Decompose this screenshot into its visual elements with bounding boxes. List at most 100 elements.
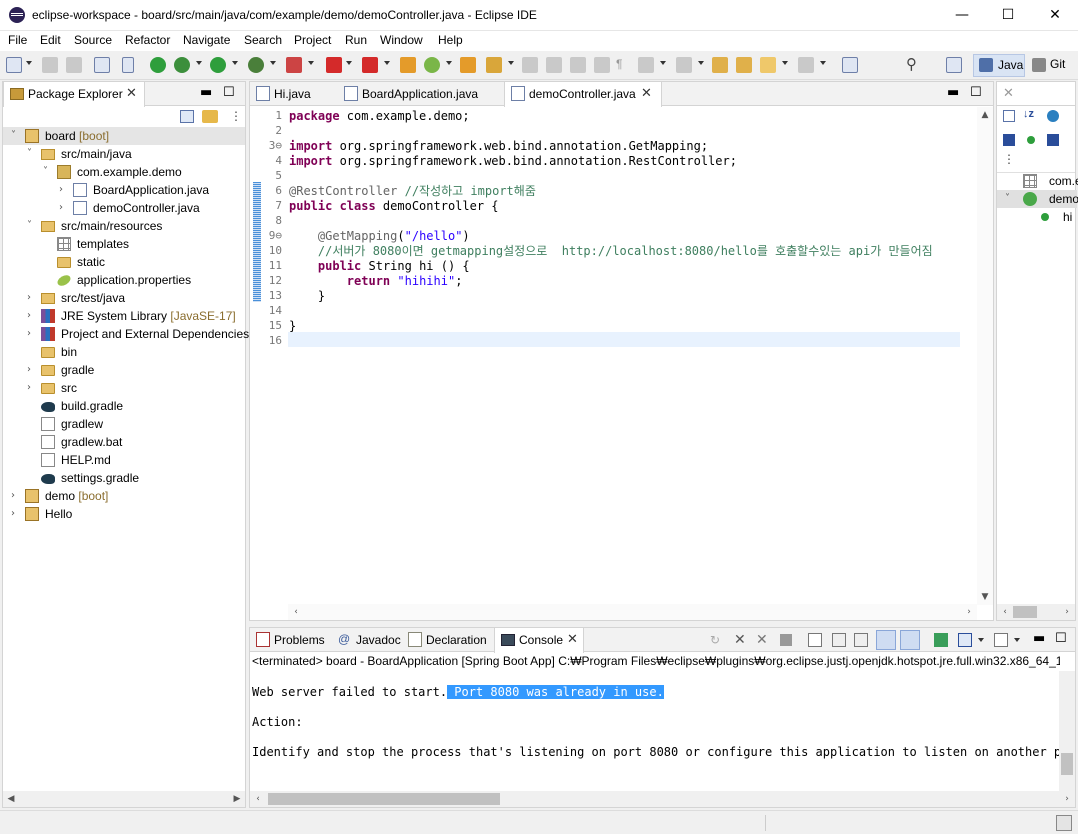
code-line[interactable]: @GetMapping("/hello") (289, 229, 470, 244)
word-wrap-icon[interactable] (546, 57, 562, 73)
tab-democontroller-java[interactable]: demoController.java ✕ (504, 82, 662, 107)
expanded-arrow-icon[interactable]: ˅ (27, 217, 37, 235)
tree-item[interactable]: › src (3, 379, 245, 397)
view-menu-icon[interactable]: ⋮ (1003, 152, 1015, 166)
scroll-left-icon[interactable]: ◀ (3, 791, 19, 807)
external-tools-dropdown-icon[interactable] (308, 61, 314, 65)
open-console-dropdown-icon[interactable] (1014, 638, 1020, 642)
console-output[interactable]: Web server failed to start. Port 8080 wa… (250, 671, 1060, 791)
code-line[interactable]: } (289, 289, 325, 304)
code-line[interactable]: public String hi () { (289, 259, 470, 274)
new-icon[interactable] (6, 57, 22, 73)
scroll-left-icon[interactable]: ‹ (288, 604, 304, 620)
debug-icon[interactable] (174, 57, 190, 73)
terminal-icon[interactable] (94, 57, 110, 73)
editor-vscrollbar[interactable]: ▲ ▼ (977, 107, 993, 605)
clear-console-icon[interactable] (808, 633, 822, 647)
tree-item[interactable]: HELP.md (3, 451, 245, 469)
maximize-view-icon[interactable]: ☐ (970, 85, 982, 100)
new-class-dropdown-icon[interactable] (446, 61, 452, 65)
tree-item[interactable]: ˅ board [boot] (3, 127, 245, 145)
back-dropdown-icon[interactable] (782, 61, 788, 65)
debug-dropdown-icon[interactable] (196, 61, 202, 65)
search-tool-dropdown-icon[interactable] (508, 61, 514, 65)
open-perspective-icon[interactable] (946, 57, 962, 73)
new-java-project-icon[interactable] (400, 57, 416, 73)
tab-hi-java[interactable]: Hi.java (250, 82, 338, 106)
tree-item[interactable]: ˅ src/main/java (3, 145, 245, 163)
stop-icon[interactable] (326, 57, 342, 73)
forward-dropdown-icon[interactable] (820, 61, 826, 65)
hide-static-icon[interactable] (1003, 134, 1015, 146)
new-dropdown-icon[interactable] (26, 61, 32, 65)
show-whitespace-icon[interactable] (594, 57, 610, 73)
save-icon[interactable] (42, 57, 58, 73)
hide-fields-icon[interactable] (1047, 110, 1059, 122)
relaunch-icon[interactable] (362, 57, 378, 73)
stop-dropdown-icon[interactable] (346, 61, 352, 65)
scroll-right-icon[interactable]: ▶ (229, 791, 245, 807)
scroll-right-icon[interactable]: › (1059, 791, 1075, 807)
hide-nonpublic-icon[interactable] (1027, 136, 1035, 144)
maximize-view-icon[interactable]: ☐ (223, 85, 235, 100)
scroll-thumb[interactable] (268, 793, 500, 805)
java-perspective-button[interactable]: Java (973, 54, 1025, 77)
scroll-right-icon[interactable]: › (961, 604, 977, 620)
scroll-up-icon[interactable]: ▲ (977, 107, 993, 123)
package-explorer-hscrollbar[interactable]: ◀ ▶ (3, 791, 245, 807)
open-console-icon[interactable] (994, 633, 1008, 647)
outline-item-method[interactable]: hi (997, 208, 1077, 226)
scroll-thumb[interactable] (1013, 606, 1037, 618)
run-dropdown-icon[interactable] (232, 61, 238, 65)
show-on-stdout-icon[interactable] (876, 630, 896, 650)
console-vscrollbar[interactable] (1059, 671, 1075, 791)
close-icon[interactable]: ✕ (641, 86, 652, 101)
coverage-icon[interactable] (248, 57, 264, 73)
next-annotation-dropdown-icon[interactable] (660, 61, 666, 65)
collapsed-arrow-icon[interactable]: › (59, 199, 69, 217)
scroll-left-icon[interactable]: ‹ (250, 791, 266, 807)
tree-item[interactable]: application.properties (3, 271, 245, 289)
collapsed-arrow-icon[interactable]: › (11, 487, 21, 505)
link-with-editor-icon[interactable] (202, 110, 218, 123)
view-menu-icon[interactable]: ⋮ (230, 109, 242, 123)
console-hscrollbar[interactable]: ‹ › (250, 791, 1075, 807)
maximize-button[interactable]: ☐ (985, 0, 1031, 30)
collapsed-arrow-icon[interactable]: › (59, 181, 69, 199)
scroll-right-icon[interactable]: › (1059, 604, 1075, 620)
spring-boot-icon[interactable] (150, 57, 166, 73)
menu-file[interactable]: File (8, 33, 27, 47)
collapsed-arrow-icon[interactable]: › (27, 379, 37, 397)
menu-edit[interactable]: Edit (40, 33, 61, 47)
tab-javadoc[interactable]: @ Javadoc (332, 628, 402, 652)
close-icon[interactable]: ✕ (1003, 86, 1014, 101)
collapsed-arrow-icon[interactable]: › (27, 307, 37, 325)
block-select-icon[interactable] (570, 57, 586, 73)
expanded-arrow-icon[interactable]: ˅ (27, 145, 37, 163)
code-line[interactable]: import org.springframework.web.bind.anno… (289, 154, 737, 169)
tree-item[interactable]: gradlew (3, 415, 245, 433)
save-all-icon[interactable] (66, 57, 82, 73)
menu-search[interactable]: Search (244, 33, 282, 47)
minimize-view-icon[interactable]: ▬ (1033, 631, 1045, 646)
code-line[interactable]: package com.example.demo; (289, 109, 470, 124)
tree-item[interactable]: settings.gradle (3, 469, 245, 487)
tree-item[interactable]: ˅ src/main/resources (3, 217, 245, 235)
outline-hscrollbar[interactable]: ‹ › (997, 604, 1075, 620)
tree-item[interactable]: build.gradle (3, 397, 245, 415)
menu-project[interactable]: Project (294, 33, 331, 47)
sort-icon[interactable]: ↓z (1023, 108, 1034, 120)
expand-arrow-icon[interactable]: ˅ (1005, 190, 1015, 208)
scroll-down-icon[interactable]: ▼ (977, 589, 993, 605)
tab-console[interactable]: Console ✕ (494, 628, 584, 653)
collapsed-arrow-icon[interactable]: › (27, 289, 37, 307)
code-line[interactable]: public class demoController { (289, 199, 499, 214)
hide-local-types-icon[interactable] (1047, 134, 1059, 146)
scroll-lock-icon[interactable] (832, 633, 846, 647)
tree-item[interactable]: › Project and External Dependencies (3, 325, 249, 343)
back-icon[interactable] (760, 57, 776, 73)
menu-refactor[interactable]: Refactor (125, 33, 170, 47)
forward-icon[interactable] (798, 57, 814, 73)
tree-item[interactable]: › BoardApplication.java (3, 181, 245, 199)
menu-run[interactable]: Run (345, 33, 367, 47)
